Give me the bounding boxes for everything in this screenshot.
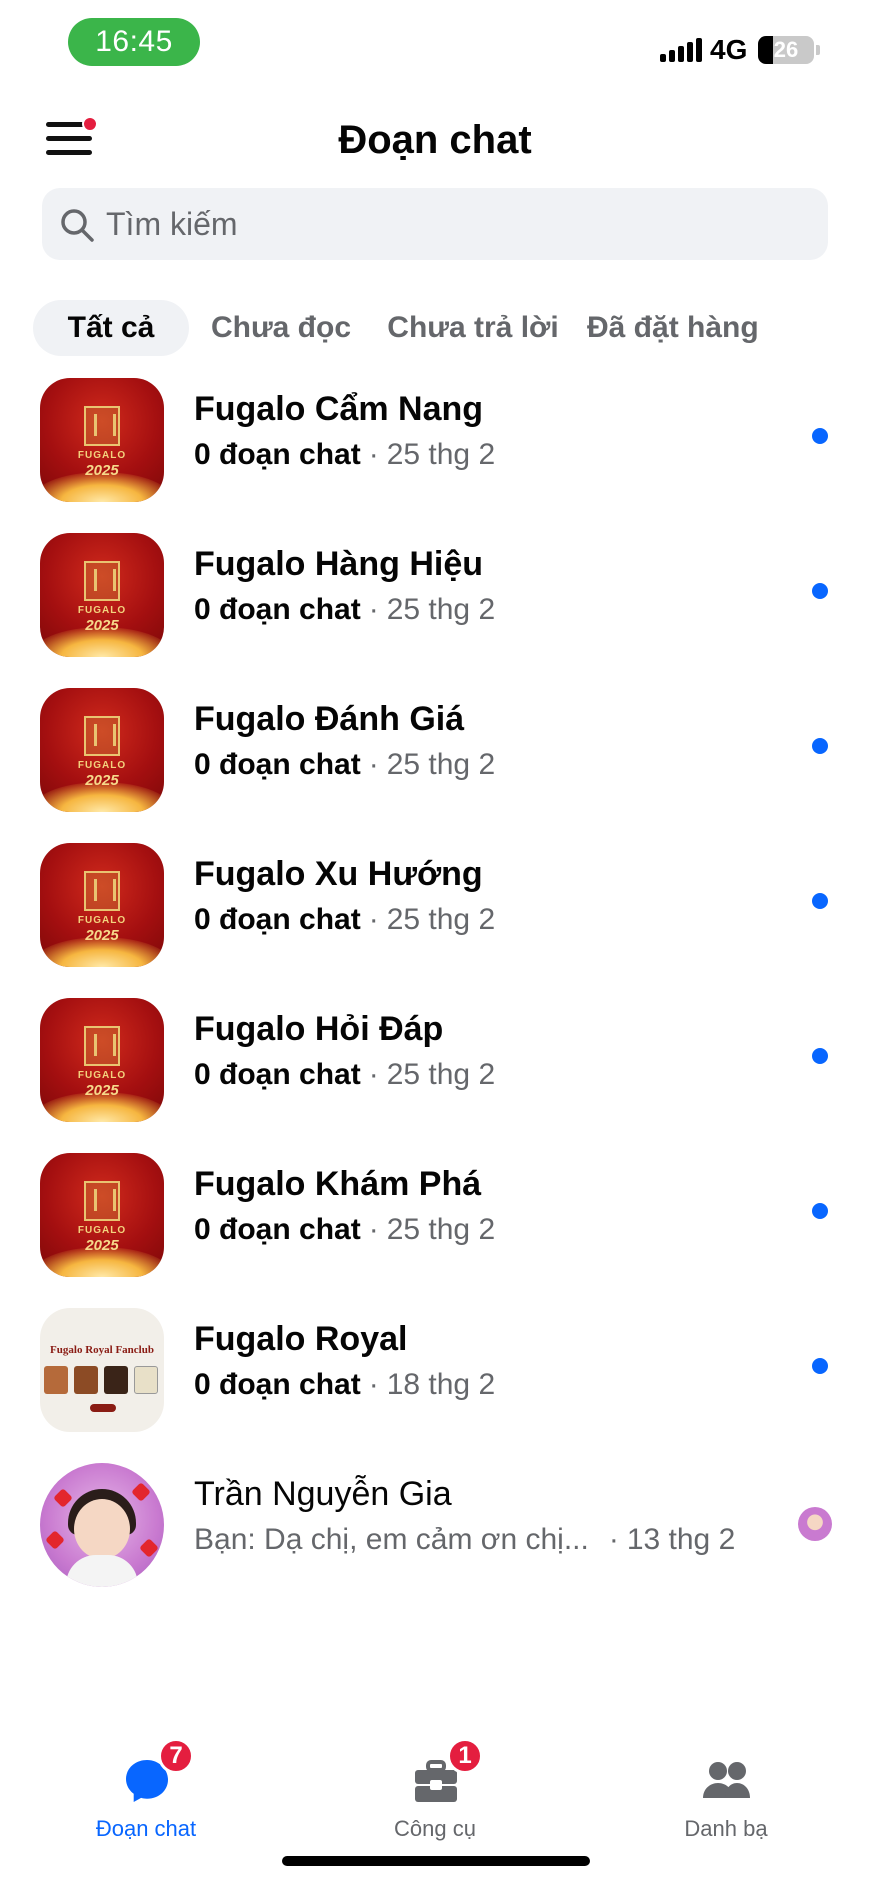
seen-receipt-avatar [798,1507,832,1541]
unread-dot-icon [812,583,828,599]
battery-tip [816,45,820,55]
unread-dot-icon [812,1358,828,1374]
nav-contacts[interactable]: Danh bạ [626,1750,826,1860]
chats-badge: 7 [158,1738,194,1774]
chat-date: 13 thg 2 [626,1523,736,1556]
signal-strength-icon [660,34,702,62]
chat-date: 25 thg 2 [386,903,496,936]
network-type: 4G [710,34,748,65]
user-avatar [40,1463,164,1587]
chat-name: Fugalo Xu Hướng [194,855,483,893]
chat-preview: 0 đoạn chat [194,1058,361,1091]
chat-row[interactable]: FUGALO 2025 Fugalo Xu Hướng 0 đoạn chat ·… [0,817,870,967]
battery-level: 26 [773,37,799,62]
chat-meta: 0 đoạn chat · 25 thg 2 [194,438,496,471]
chat-row[interactable]: FUGALO 2025 Fugalo Khám Phá 0 đoạn chat ·… [0,1127,870,1277]
fugalo-logo-avatar: FUGALO 2025 [40,378,164,502]
unread-dot-icon [812,428,828,444]
search-icon [61,209,94,242]
chat-meta: 0 đoạn chat · 25 thg 2 [194,748,496,781]
chat-name: Fugalo Cẩm Nang [194,390,484,428]
chat-name: Trần Nguyễn Gia [194,1475,452,1513]
nav-label: Công cụ [394,1816,476,1841]
tab-ordered[interactable]: Đã đặt hàng [581,300,781,356]
nav-label: Đoạn chat [95,1816,197,1841]
nav-tools[interactable]: 1 Công cụ [335,1738,535,1860]
unread-dot-icon [812,1203,828,1219]
chat-row[interactable]: FUGALO 2025 Fugalo Hàng Hiệu 0 đoạn chat… [0,507,870,657]
chat-date: 25 thg 2 [386,438,496,471]
chat-meta: 0 đoạn chat · 25 thg 2 [194,1058,496,1091]
chat-name: Fugalo Hỏi Đáp [194,1010,444,1048]
unread-dot-icon [812,893,828,909]
chat-name: Fugalo Hàng Hiệu [194,545,483,583]
nav-chats[interactable]: 7 Đoạn chat [46,1738,246,1860]
fugalo-logo-avatar: FUGALO 2025 [40,998,164,1122]
chat-preview: 0 đoạn chat [194,438,361,471]
fugalo-logo-avatar: FUGALO 2025 [40,843,164,967]
chat-preview: Bạn: Dạ chị, em cảm ơn chị... [194,1523,589,1556]
search-bar[interactable] [42,188,828,260]
chat-row[interactable]: Trần Nguyễn Gia Bạn: Dạ chị, em cảm ơn c… [0,1437,870,1587]
chat-row[interactable]: FUGALO 2025 Fugalo Đánh Giá 0 đoạn chat ·… [0,662,870,812]
tools-badge: 1 [447,1738,483,1774]
battery-icon: 26 [758,36,814,64]
contacts-icon [703,1762,750,1798]
chat-date: 25 thg 2 [386,593,496,626]
status-bar: 16:45 4G 26 [0,0,870,90]
chat-meta: 0 đoạn chat · 18 thg 2 [194,1368,496,1401]
home-indicator [282,1856,590,1866]
bottom-nav: 7 Đoạn chat 1 Công cụ Danh bạ [0,1738,870,1860]
tab-all[interactable]: Tất cả [33,300,189,356]
chat-preview: 0 đoạn chat [194,593,361,626]
tab-unread[interactable]: Chưa đọc [197,300,365,356]
unread-dot-icon [812,1048,828,1064]
chat-row[interactable]: FUGALO 2025 Fugalo Hỏi Đáp 0 đoạn chat · 2… [0,972,870,1122]
chat-date: 25 thg 2 [386,748,496,781]
chat-preview: 0 đoạn chat [194,1368,361,1401]
chat-preview: 0 đoạn chat [194,1213,361,1246]
chat-meta: 0 đoạn chat · 25 thg 2 [194,903,496,936]
status-time: 16:45 [68,18,200,66]
chat-name: Fugalo Khám Phá [194,1165,482,1203]
chat-name: Fugalo Đánh Giá [194,700,465,738]
nav-label: Danh bạ [684,1816,768,1841]
unread-dot-icon [812,738,828,754]
page-title: Đoạn chat [338,118,532,162]
chat-meta: 0 đoạn chat · 25 thg 2 [194,593,496,626]
fugalo-royal-avatar: Fugalo Royal Fanclub [40,1308,164,1432]
fugalo-logo-avatar: FUGALO 2025 [40,688,164,812]
tab-unanswered[interactable]: Chưa trả lời [373,300,573,356]
chat-name: Fugalo Royal [194,1320,408,1358]
chat-preview: 0 đoạn chat [194,748,361,781]
chat-preview: 0 đoạn chat [194,903,361,936]
chat-row[interactable]: Fugalo Royal Fanclub Fugalo Royal 0 đoạn… [0,1282,870,1432]
chat-row[interactable]: FUGALO 2025 Fugalo Cẩm Nang 0 đoạn chat ·… [0,352,870,502]
chat-meta: 0 đoạn chat · 25 thg 2 [194,1213,496,1246]
search-input[interactable] [106,188,806,260]
chat-date: 18 thg 2 [386,1368,496,1401]
fugalo-logo-avatar: FUGALO 2025 [40,1153,164,1277]
chat-date: 25 thg 2 [386,1213,496,1246]
chat-meta: Bạn: Dạ chị, em cảm ơn chị... · 13 thg 2 [194,1523,736,1556]
fugalo-logo-avatar: FUGALO 2025 [40,533,164,657]
chat-date: 25 thg 2 [386,1058,496,1091]
